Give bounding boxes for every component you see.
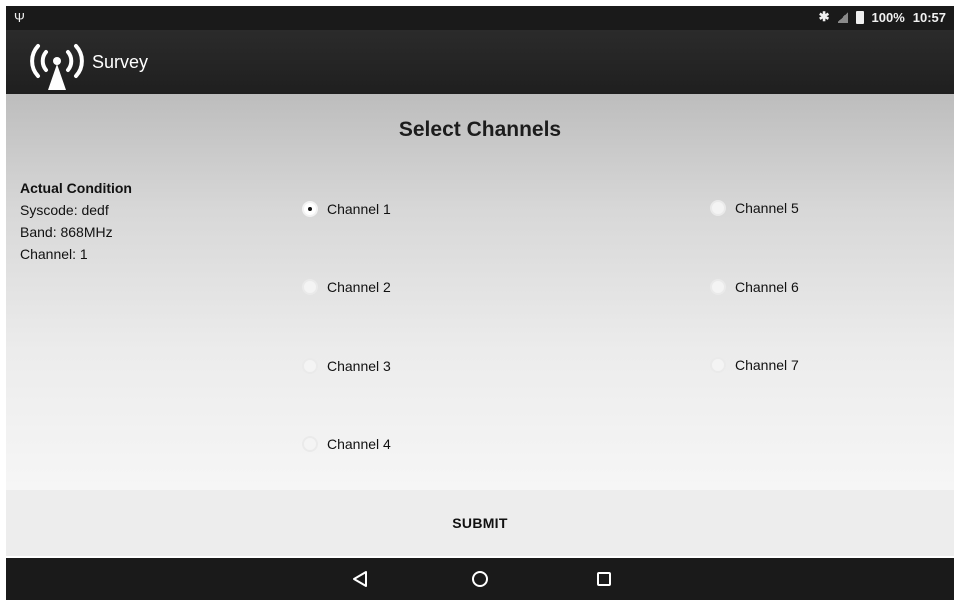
usb-icon: Ψ	[14, 10, 25, 25]
channel-7-radio[interactable]: Channel 7	[710, 355, 799, 375]
app-bar: Survey	[6, 30, 954, 94]
back-icon	[353, 571, 367, 587]
channel-1-label: Channel 1	[327, 201, 391, 217]
signal-icon	[837, 11, 848, 23]
clock: 10:57	[912, 9, 946, 25]
recents-button[interactable]	[574, 558, 634, 600]
radio-circle[interactable]	[302, 436, 318, 452]
channel-2-radio[interactable]: Channel 2	[302, 277, 391, 297]
channel-5-label: Channel 5	[735, 200, 799, 216]
actual-condition-panel: Actual Condition Syscode: dedf Band: 868…	[20, 178, 132, 266]
channel-1-radio[interactable]: Channel 1	[302, 199, 391, 219]
back-button[interactable]	[330, 558, 390, 600]
radio-circle[interactable]	[710, 357, 726, 373]
status-icons: ✱ 100% 10:57	[819, 9, 946, 25]
battery-percent: 100%	[871, 9, 905, 25]
channel-5-radio[interactable]: Channel 5	[710, 198, 799, 218]
condition-channel: Channel: 1	[20, 246, 88, 262]
radio-circle[interactable]	[302, 201, 318, 217]
channel-7-label: Channel 7	[735, 357, 799, 373]
bluetooth-icon: ✱	[818, 9, 830, 24]
recents-icon	[597, 572, 611, 586]
main-content: Select Channels Actual Condition Syscode…	[6, 94, 954, 490]
channel-3-radio[interactable]: Channel 3	[302, 356, 391, 376]
navigation-bar	[6, 558, 954, 600]
home-icon	[472, 571, 488, 587]
radio-circle[interactable]	[302, 358, 318, 374]
channel-6-label: Channel 6	[735, 279, 799, 295]
battery-icon	[855, 10, 864, 24]
channel-6-radio[interactable]: Channel 6	[710, 277, 799, 297]
condition-band: Band: 868MHz	[20, 224, 113, 240]
radio-circle[interactable]	[710, 279, 726, 295]
channel-4-label: Channel 4	[327, 436, 391, 452]
channel-3-label: Channel 3	[327, 358, 391, 374]
channel-2-label: Channel 2	[327, 279, 391, 295]
wireless-tower-icon	[30, 44, 84, 90]
radio-circle[interactable]	[710, 200, 726, 216]
radio-circle[interactable]	[302, 279, 318, 295]
home-button[interactable]	[450, 558, 510, 600]
channel-4-radio[interactable]: Channel 4	[302, 434, 391, 454]
submit-button[interactable]: SUBMIT	[6, 490, 954, 556]
condition-heading: Actual Condition	[20, 180, 132, 196]
page-title: Select Channels	[398, 118, 562, 141]
condition-syscode: Syscode: dedf	[20, 202, 109, 218]
app-title: Survey	[92, 52, 149, 72]
status-bar: Ψ ✱ 100% 10:57	[6, 6, 954, 30]
